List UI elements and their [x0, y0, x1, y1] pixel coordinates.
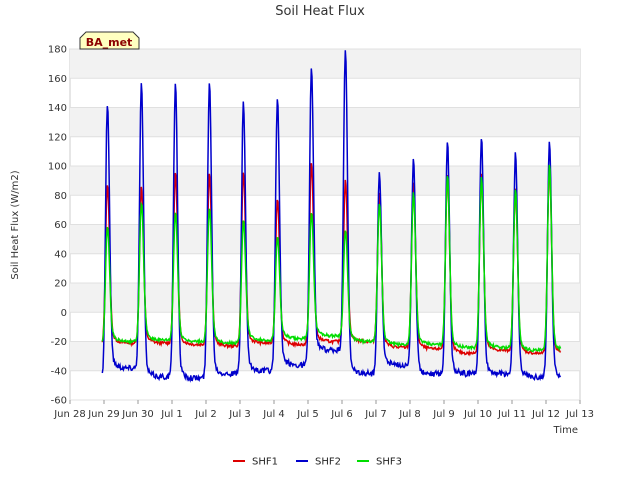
ba-met-badge: BA_met [79, 31, 140, 50]
y-tick-label: -20 [51, 337, 67, 348]
x-tick-label: Jul 6 [330, 409, 353, 420]
x-tick-label: Jul 12 [531, 409, 560, 420]
x-tick-label: Jun 28 [53, 409, 86, 420]
y-tick-label: 120 [48, 132, 67, 143]
legend: SHF1 SHF2 SHF3 [233, 457, 402, 468]
x-tick-label: Jul 3 [228, 409, 251, 420]
y-tick-label: 20 [54, 279, 67, 290]
y-tick-label: 80 [54, 191, 67, 202]
x-tick-label: Jul 8 [398, 409, 421, 420]
chart-title: Soil Heat Flux [275, 4, 365, 19]
x-tick-label: Jul 9 [432, 409, 455, 420]
x-tick-label: Jul 13 [565, 409, 594, 420]
y-axis-ticks: -60 -40 -20 0 20 40 60 80 100 120 140 160 180 [48, 45, 67, 407]
x-tick-label: Jul 1 [160, 409, 183, 420]
y-tick-label: 0 [61, 308, 67, 319]
x-tick-label: Jul 11 [497, 409, 526, 420]
x-tick-label: Jul 5 [296, 409, 319, 420]
soil-heat-flux-chart: Soil Heat Flux -60 -40 -20 0 20 40 60 80 100 120 1… [10, 4, 594, 468]
grid-band [70, 166, 580, 196]
grid-band [70, 283, 580, 313]
grid-band [70, 224, 580, 254]
y-tick-label: 40 [54, 249, 67, 260]
x-tick-label: Jul 2 [194, 409, 217, 420]
grid-band [70, 107, 580, 137]
x-axis-title: Time [553, 425, 578, 436]
x-axis-ticks: Jun 28 Jun 29 Jun 30 Jul 1 Jul 2 Jul 3 Jul 4 Ju… [53, 400, 594, 420]
grid-band [70, 49, 580, 79]
y-tick-label: 180 [48, 45, 67, 56]
x-tick-label: Jul 4 [262, 409, 285, 420]
x-tick-label: Jun 29 [87, 409, 120, 420]
legend-label-shf2: SHF2 [315, 457, 341, 468]
x-tick-label: Jul 10 [463, 409, 492, 420]
x-tick-label: Jun 30 [121, 409, 154, 420]
y-tick-label: 100 [48, 162, 67, 173]
legend-label-shf1: SHF1 [252, 457, 278, 468]
y-tick-label: 160 [48, 74, 67, 85]
y-tick-label: -40 [51, 366, 67, 377]
y-axis-title: Soil Heat Flux (W/m2) [10, 170, 21, 279]
legend-label-shf3: SHF3 [376, 457, 402, 468]
badge-label: BA_met [86, 36, 133, 49]
y-tick-label: 140 [48, 103, 67, 114]
x-tick-label: Jul 7 [364, 409, 387, 420]
y-tick-label: -60 [51, 396, 67, 407]
y-tick-label: 60 [54, 220, 67, 231]
